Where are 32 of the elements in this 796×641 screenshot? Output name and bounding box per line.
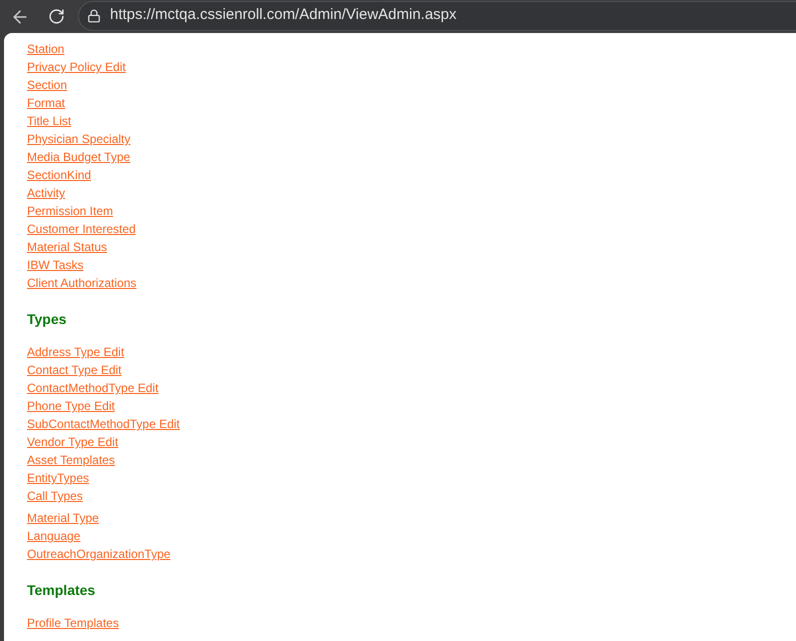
admin-link[interactable]: Asset Templates bbox=[27, 451, 115, 469]
admin-link[interactable]: Section bbox=[27, 76, 68, 94]
admin-link[interactable]: SubContactMethodType Edit bbox=[27, 415, 180, 433]
admin-link[interactable]: Vendor Type Edit bbox=[27, 433, 118, 451]
section-heading: Templates bbox=[27, 582, 96, 599]
admin-link[interactable]: SectionKind bbox=[27, 166, 92, 184]
admin-link[interactable]: Customer Interested bbox=[27, 220, 136, 238]
admin-link[interactable]: OutreachOrganizationType bbox=[27, 545, 170, 563]
admin-link[interactable]: Privacy Policy Edit bbox=[27, 58, 126, 76]
reload-icon bbox=[48, 8, 64, 25]
admin-link[interactable]: Language bbox=[27, 527, 80, 545]
admin-link[interactable]: Client Authorizations bbox=[27, 274, 136, 292]
admin-link[interactable]: Profile Templates bbox=[27, 614, 119, 632]
address-bar[interactable]: https://mctqa.cssienroll.com/Admin/ViewAdmin.aspx bbox=[78, 0, 796, 30]
admin-link[interactable]: Permission Item bbox=[27, 202, 114, 220]
admin-link[interactable]: Format bbox=[27, 94, 66, 112]
admin-link[interactable]: Material Type bbox=[27, 509, 99, 527]
admin-link[interactable]: Physician Specialty bbox=[27, 130, 130, 148]
admin-link[interactable]: Media Budget Type bbox=[27, 148, 130, 166]
admin-link[interactable]: ContactMethodType Edit bbox=[27, 379, 158, 397]
admin-link[interactable]: IBW Tasks bbox=[27, 256, 84, 274]
admin-link[interactable]: Call Types bbox=[27, 487, 83, 505]
lock-icon bbox=[87, 8, 101, 22]
admin-link[interactable]: Address Type Edit bbox=[27, 343, 124, 361]
admin-link[interactable]: Contact Type Edit bbox=[27, 361, 122, 379]
admin-link[interactable]: Phone Type Edit bbox=[27, 397, 115, 415]
admin-link[interactable]: Activity bbox=[27, 184, 66, 202]
section-heading: Types bbox=[27, 311, 66, 328]
admin-link[interactable]: Material Status bbox=[27, 238, 108, 256]
admin-link[interactable]: Title List bbox=[27, 112, 72, 130]
admin-link[interactable]: EntityTypes bbox=[27, 469, 90, 487]
admin-link[interactable]: Station bbox=[27, 40, 64, 58]
